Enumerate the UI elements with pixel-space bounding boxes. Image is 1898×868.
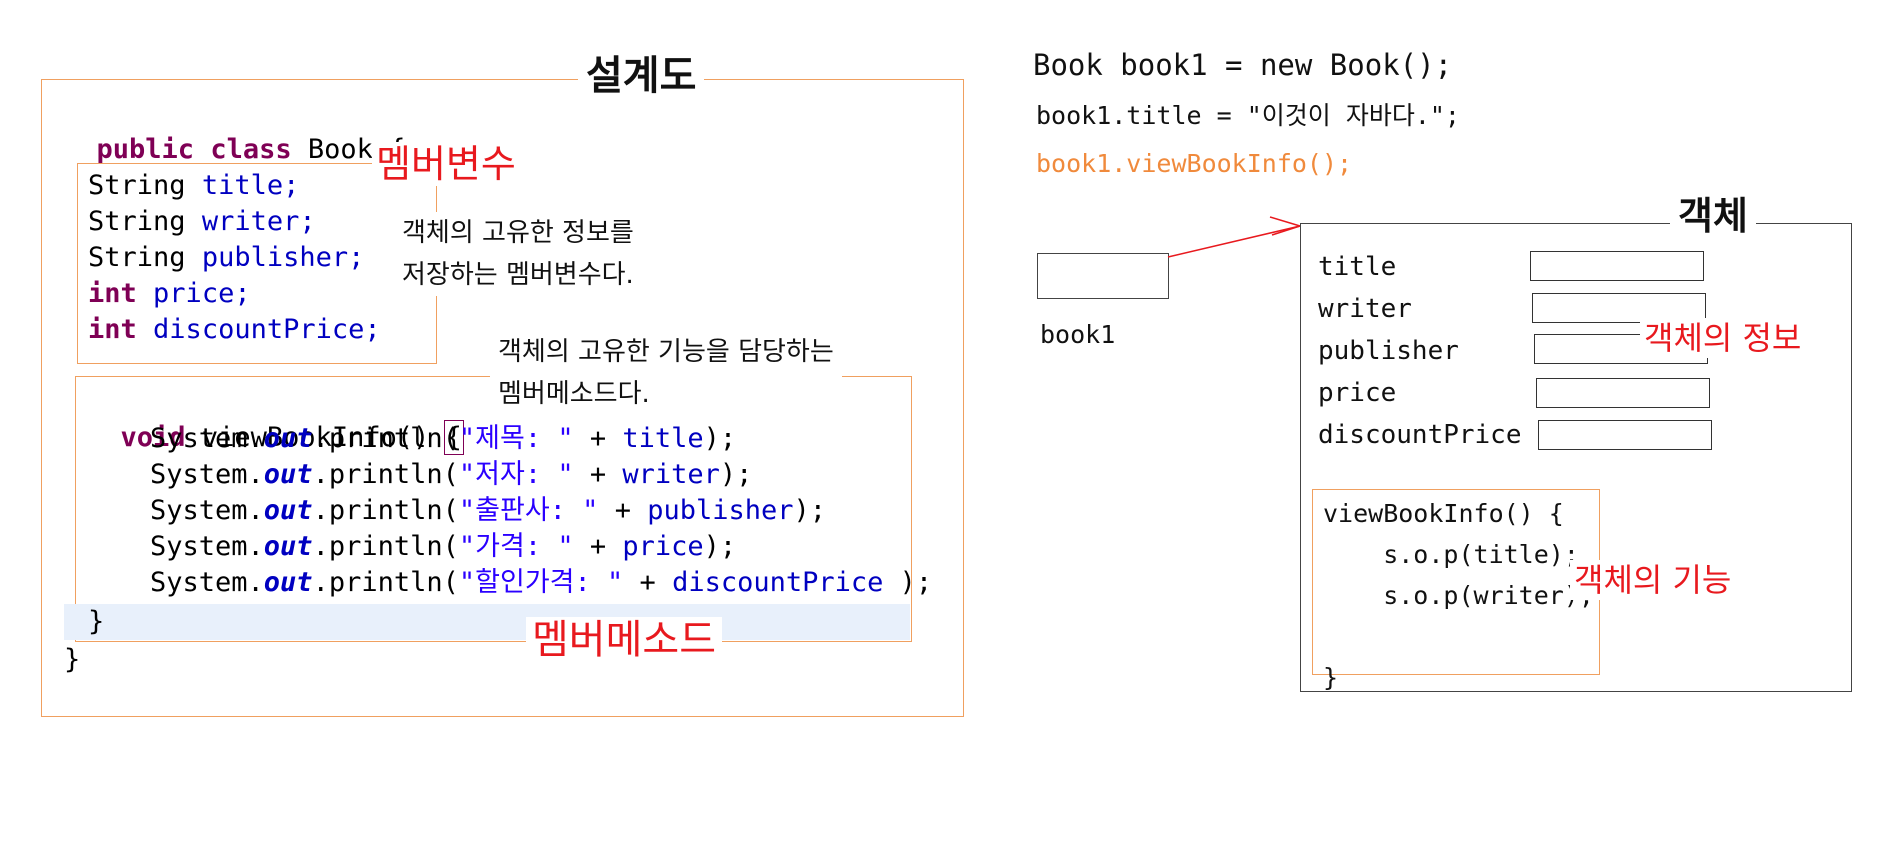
print-statement: System.out.println("제목: " + title);: [150, 421, 932, 457]
out-field: out: [263, 459, 313, 490]
object-method-line: s.o.p(writer);: [1323, 581, 1594, 610]
field-type: int: [88, 278, 137, 309]
method-body: System.out.println("제목: " + title); Syste…: [150, 421, 932, 601]
out-field: out: [263, 495, 313, 526]
usage-call-statement: book1.viewBookInfo();: [1036, 149, 1353, 178]
class-keyword: class: [210, 134, 292, 165]
statement-end: );: [703, 423, 737, 454]
variable-note-line-1: 객체의 고유한 정보를: [402, 218, 634, 248]
field-type: String: [88, 242, 186, 273]
field-declaration: String writer;: [88, 204, 381, 240]
field-name: writer;: [201, 206, 316, 237]
println-call: .println(: [312, 531, 459, 562]
book1-reference-box: [1037, 253, 1169, 299]
field-name: discountPrice;: [153, 314, 381, 345]
field-reference: discountPrice: [672, 567, 884, 598]
field-declaration: int price;: [88, 276, 381, 312]
concat-operator: +: [573, 459, 623, 490]
object-field-value-box: [1530, 251, 1704, 281]
field-reference: writer: [622, 459, 720, 490]
print-statement: System.out.println("출판사: " + publisher);: [150, 493, 932, 529]
object-field-label: discountPrice: [1318, 420, 1522, 450]
system-class: System.: [150, 459, 264, 490]
method-close-brace: }: [88, 606, 105, 637]
concat-operator: +: [598, 495, 648, 526]
object-method-line: }: [1323, 663, 1339, 692]
field-reference: price: [622, 531, 704, 562]
object-method-line: viewBookInfo() {: [1323, 499, 1564, 528]
public-keyword: public: [96, 134, 195, 165]
system-class: System.: [150, 423, 264, 454]
method-note-line-2: 멤버메소드다.: [498, 379, 650, 409]
print-statement: System.out.println("가격: " + price);: [150, 529, 932, 565]
arrow-head-top: [1269, 216, 1301, 227]
method-note: 객체의 고유한 기능을 담당하는 멤버메소드다.: [490, 331, 842, 415]
field-declaration: String publisher;: [88, 240, 381, 276]
variable-note: 객체의 고유한 정보를 저장하는 멤버변수다.: [402, 212, 634, 296]
variable-note-line-2: 저장하는 멤버변수다.: [402, 260, 634, 290]
field-name: price;: [153, 278, 251, 309]
field-type: String: [88, 170, 186, 201]
string-literal: "가격: ": [458, 531, 574, 562]
class-declaration: public class Book {: [64, 96, 406, 168]
object-info-label: 객체의 정보: [1640, 318, 1806, 358]
object-field-label: title: [1318, 252, 1397, 282]
blueprint-title: 설계도: [578, 54, 705, 98]
arrow-head-bottom: [1271, 225, 1301, 236]
string-literal: "제목: ": [458, 423, 574, 454]
out-field: out: [263, 423, 313, 454]
out-field: out: [263, 531, 313, 562]
class-close-brace: }: [64, 644, 81, 675]
system-class: System.: [150, 531, 264, 562]
concat-operator: +: [573, 531, 623, 562]
object-field-label: writer: [1318, 294, 1412, 324]
object-title: 객체: [1670, 194, 1756, 238]
statement-end: );: [793, 495, 827, 526]
object-function-label: 객체의 기능: [1570, 560, 1736, 600]
field-declaration: int discountPrice;: [88, 312, 381, 348]
field-type: int: [88, 314, 137, 345]
object-field-label: price: [1318, 378, 1397, 408]
object-field-value-box: [1538, 420, 1712, 450]
concat-operator: +: [573, 423, 623, 454]
member-method-label: 멤버메소드: [526, 617, 722, 663]
object-method-code: viewBookInfo() { s.o.p(title); s.o.p(wri…: [1323, 493, 1594, 698]
reference-arrow: [1167, 216, 1301, 258]
usage-assign-statement: book1.title = "이것이 자바다.";: [1036, 101, 1460, 130]
arrow-line: [1167, 225, 1301, 258]
field-name: title;: [201, 170, 300, 201]
string-literal: "출판사: ": [458, 495, 599, 526]
field-declaration: String title;: [88, 168, 381, 204]
string-literal: "할인가격: ": [458, 567, 624, 598]
statement-end: );: [703, 531, 737, 562]
closing-brace-highlight: [64, 604, 910, 640]
field-name: publisher;: [201, 242, 365, 273]
print-statement: System.out.println("저자: " + writer);: [150, 457, 932, 493]
system-class: System.: [150, 495, 264, 526]
object-method-line: s.o.p(title);: [1323, 540, 1579, 569]
string-literal: "저자: ": [458, 459, 574, 490]
book1-reference-label: book1: [1040, 320, 1116, 349]
field-reference: publisher: [647, 495, 794, 526]
system-class: System.: [150, 567, 264, 598]
member-variable-label: 멤버변수: [372, 142, 520, 186]
object-field-label: publisher: [1318, 336, 1459, 366]
println-call: .println(: [312, 423, 459, 454]
field-declarations: String title; String writer; String publis…: [88, 168, 381, 348]
object-method-line: [1323, 616, 1594, 657]
out-field: out: [263, 567, 313, 598]
println-call: .println(: [312, 567, 459, 598]
println-call: .println(: [312, 495, 459, 526]
object-field-value-box: [1536, 378, 1710, 408]
statement-end: );: [719, 459, 753, 490]
field-reference: title: [622, 423, 704, 454]
println-call: .println(: [312, 459, 459, 490]
print-statement: System.out.println("할인가격: " + discountPr…: [150, 565, 932, 601]
method-note-line-1: 객체의 고유한 기능을 담당하는: [498, 337, 834, 367]
statement-end: );: [883, 567, 933, 598]
field-type: String: [88, 206, 186, 237]
usage-new-statement: Book book1 = new Book();: [1033, 48, 1453, 82]
concat-operator: +: [623, 567, 673, 598]
